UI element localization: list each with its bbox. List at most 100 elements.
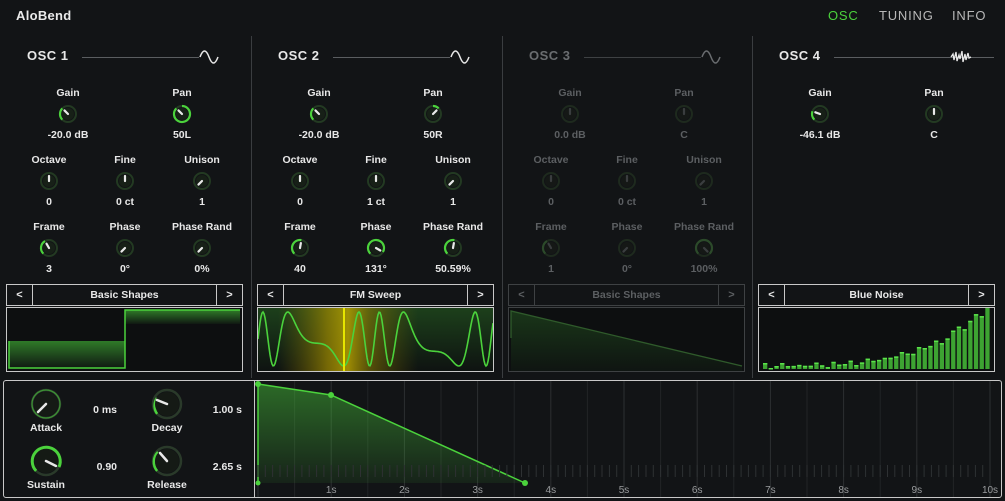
- waveform-display[interactable]: [758, 307, 995, 372]
- release-point[interactable]: [522, 480, 528, 486]
- tab-info[interactable]: INFO: [952, 8, 986, 23]
- time-tick-label: 7s: [765, 485, 776, 496]
- param-frame: Frame 40: [260, 220, 340, 276]
- param-pan: Pan C: [894, 86, 974, 142]
- pan-knob[interactable]: [393, 102, 473, 126]
- param-octave: Octave 0: [260, 153, 340, 209]
- decay-point[interactable]: [328, 392, 334, 398]
- octave-label: Octave: [533, 154, 569, 166]
- time-tick-label: 8s: [838, 485, 849, 496]
- tab-tuning[interactable]: TUNING: [879, 8, 934, 23]
- frame-knob[interactable]: [9, 236, 89, 260]
- phase-label: Phase: [360, 221, 392, 233]
- prev-wavetable-button[interactable]: <: [7, 285, 33, 305]
- octave-knob[interactable]: [260, 169, 340, 193]
- param-frame: Frame 1: [511, 220, 591, 276]
- param-fine: Fine 1 ct: [336, 153, 416, 209]
- param-octave: Octave 0: [9, 153, 89, 209]
- phase-rand-knob[interactable]: [664, 236, 744, 260]
- osc-header: OSC 3: [506, 48, 749, 66]
- phase-rand-label: Phase Rand: [422, 221, 484, 233]
- unison-knob[interactable]: [413, 169, 493, 193]
- osc-header: OSC 2: [255, 48, 498, 66]
- prev-wavetable-button[interactable]: <: [759, 285, 785, 305]
- param-gain: Gain 0.0 dB: [530, 86, 610, 142]
- fine-knob[interactable]: [85, 169, 165, 193]
- pan-knob[interactable]: [142, 102, 222, 126]
- phase-value: 131°: [365, 263, 387, 275]
- next-wavetable-button[interactable]: >: [216, 285, 242, 305]
- prev-wavetable-button[interactable]: <: [509, 285, 535, 305]
- time-tick-label: 10s: [982, 485, 998, 496]
- param-fine: Fine 0 ct: [85, 153, 165, 209]
- sine-wave-icon[interactable]: [700, 48, 722, 66]
- gain-knob[interactable]: [279, 102, 359, 126]
- time-tick-label: 1s: [326, 485, 337, 496]
- phase-knob[interactable]: [85, 236, 165, 260]
- unison-knob[interactable]: [664, 169, 744, 193]
- waveform-display[interactable]: [6, 307, 243, 372]
- param-phase-rand: Phase Rand 50.59%: [413, 220, 493, 276]
- octave-label: Octave: [31, 154, 67, 166]
- unison-value: 1: [701, 196, 707, 208]
- octave-value: 0: [548, 196, 554, 208]
- wavetable-name[interactable]: FM Sweep: [284, 285, 467, 305]
- waveform-display[interactable]: [508, 307, 745, 372]
- unison-knob[interactable]: [162, 169, 242, 193]
- noise-wave-icon[interactable]: [950, 48, 972, 66]
- next-wavetable-button[interactable]: >: [968, 285, 994, 305]
- pan-knob[interactable]: [644, 102, 724, 126]
- fine-knob[interactable]: [336, 169, 416, 193]
- pan-label: Pan: [924, 87, 944, 99]
- octave-knob[interactable]: [9, 169, 89, 193]
- phase-rand-knob[interactable]: [413, 236, 493, 260]
- sine-wave-icon[interactable]: [198, 48, 220, 66]
- param-pan: Pan 50L: [142, 86, 222, 142]
- wavetable-name[interactable]: Basic Shapes: [535, 285, 718, 305]
- prev-wavetable-button[interactable]: <: [258, 285, 284, 305]
- attack-label: Attack: [29, 422, 63, 434]
- header-line: [82, 57, 199, 58]
- unison-value: 1: [450, 196, 456, 208]
- tab-osc[interactable]: OSC: [828, 8, 859, 23]
- fine-knob[interactable]: [587, 169, 667, 193]
- phase-rand-knob[interactable]: [162, 236, 242, 260]
- gain-value: 0.0 dB: [554, 129, 586, 141]
- wavetable-name[interactable]: Basic Shapes: [33, 285, 216, 305]
- gain-value: -20.0 dB: [47, 129, 89, 141]
- frame-knob[interactable]: [511, 236, 591, 260]
- gain-label: Gain: [558, 87, 582, 99]
- attack-point[interactable]: [255, 381, 261, 387]
- sine-wave-icon[interactable]: [449, 48, 471, 66]
- octave-knob[interactable]: [511, 169, 591, 193]
- fine-label: Fine: [114, 154, 136, 166]
- phase-knob[interactable]: [587, 236, 667, 260]
- wavetable-selector: < Blue Noise >: [758, 284, 995, 306]
- param-phase: Phase 131°: [336, 220, 416, 276]
- next-wavetable-button[interactable]: >: [718, 285, 744, 305]
- frame-knob[interactable]: [260, 236, 340, 260]
- phase-value: 0°: [621, 263, 633, 275]
- osc-panel-1: OSC 1 Gain -20.0 dB Pan 50L Octave 0 Fin: [4, 36, 247, 378]
- pan-knob[interactable]: [894, 102, 974, 126]
- waveform-display[interactable]: [257, 307, 494, 372]
- decay-value: 1.00 s: [212, 404, 242, 416]
- gain-value: -20.0 dB: [298, 129, 340, 141]
- wavetable-name[interactable]: Blue Noise: [785, 285, 968, 305]
- next-wavetable-button[interactable]: >: [467, 285, 493, 305]
- phase-label: Phase: [611, 221, 643, 233]
- wavetable-selector: < Basic Shapes >: [508, 284, 745, 306]
- envelope-panel: Attack 0 ms Decay 1.00 s Sustain 0.90 Re…: [3, 380, 1002, 498]
- frame-value: 3: [46, 263, 52, 275]
- phase-knob[interactable]: [336, 236, 416, 260]
- gain-knob[interactable]: [28, 102, 108, 126]
- envelope-graph[interactable]: 1s 2s 3s 4s 5s 6s 7s 8s 9s 10s: [254, 381, 1001, 497]
- gain-knob[interactable]: [530, 102, 610, 126]
- gain-value: -46.1 dB: [799, 129, 841, 141]
- param-pan: Pan 50R: [393, 86, 473, 142]
- gain-knob[interactable]: [780, 102, 860, 126]
- app-title: AloBend: [16, 8, 72, 23]
- unison-label: Unison: [435, 154, 471, 166]
- param-gain: Gain -20.0 dB: [279, 86, 359, 142]
- osc-header: OSC 1: [4, 48, 247, 66]
